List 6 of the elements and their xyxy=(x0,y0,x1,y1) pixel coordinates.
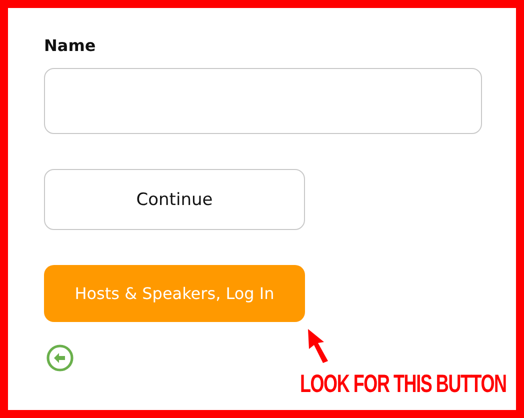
annotation-text: LOOK FOR THIS BUTTON xyxy=(300,370,506,399)
back-icon[interactable] xyxy=(46,344,74,372)
name-field[interactable] xyxy=(44,68,482,134)
pointer-arrow-icon xyxy=(306,328,330,364)
name-label: Name xyxy=(44,36,96,55)
continue-button[interactable]: Continue xyxy=(44,169,305,230)
